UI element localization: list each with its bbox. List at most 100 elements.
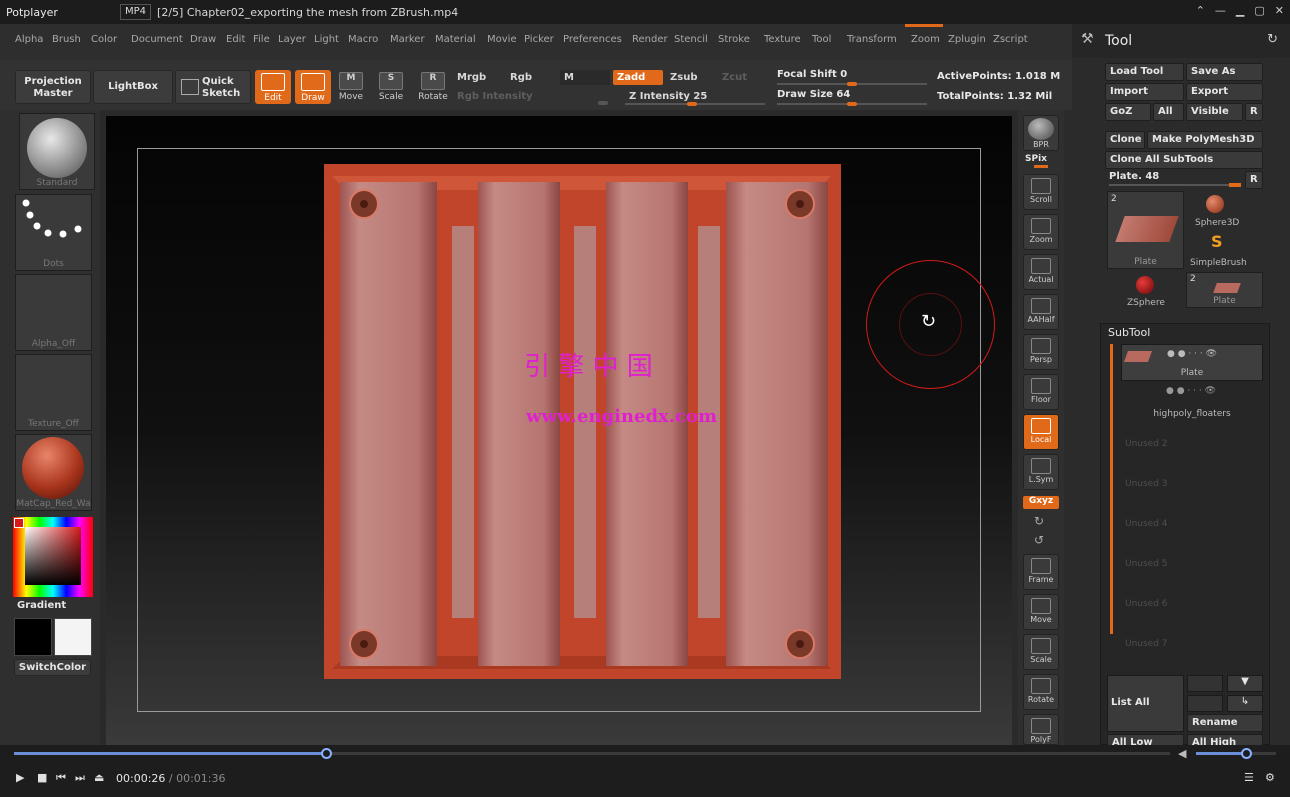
menu-draw[interactable]: Draw <box>190 34 216 45</box>
menu-picker[interactable]: Picker <box>524 34 554 45</box>
actual-button[interactable]: Actual <box>1023 254 1059 290</box>
goz-visible-button[interactable]: Visible <box>1186 103 1243 121</box>
menu-transform[interactable]: Transform <box>847 34 897 45</box>
material-picker[interactable]: MatCap_Red_Wa <box>15 434 92 511</box>
subtool-toggles[interactable]: ● ● · · · 👁 <box>1166 386 1216 396</box>
menu-file[interactable]: File <box>253 34 270 45</box>
zadd-toggle[interactable]: Zadd <box>613 70 663 85</box>
zoom-button[interactable]: Zoom <box>1023 214 1059 250</box>
compact-icon[interactable]: — <box>1215 4 1226 17</box>
menu-stencil[interactable]: Stencil <box>674 34 708 45</box>
stroke-picker[interactable]: Dots <box>15 194 92 271</box>
load-tool-button[interactable]: Load Tool <box>1105 63 1184 81</box>
goz-button[interactable]: GoZ <box>1105 103 1151 121</box>
minimize-icon[interactable]: ▁ <box>1236 4 1244 17</box>
volume-knob[interactable] <box>1240 748 1252 759</box>
plate-slider-knob[interactable] <box>1229 183 1241 187</box>
rotate-y-icon[interactable]: ↻ <box>1034 514 1044 528</box>
menu-material[interactable]: Material <box>435 34 476 45</box>
rgb-intensity-knob[interactable] <box>598 101 608 105</box>
simplebrush-label[interactable]: SimpleBrush <box>1190 258 1247 268</box>
rgb-toggle[interactable]: Rgb <box>506 70 536 85</box>
tool-panel-header[interactable]: ⚒ Tool ↻ <box>1072 24 1290 58</box>
menu-stroke[interactable]: Stroke <box>718 34 750 45</box>
seek-knob[interactable] <box>321 748 333 759</box>
playlist-icon[interactable]: ☰ <box>1244 771 1254 784</box>
stop-icon[interactable]: ■ <box>37 771 47 784</box>
menu-movie[interactable]: Movie <box>487 34 517 45</box>
gradient-label[interactable]: Gradient <box>17 600 66 611</box>
secondary-color-swatch[interactable] <box>14 618 52 656</box>
brush-picker[interactable]: Standard <box>19 113 95 190</box>
zsub-toggle[interactable]: Zsub <box>666 70 701 85</box>
plate-slider-track[interactable] <box>1109 184 1239 186</box>
aahalf-button[interactable]: AAHalf <box>1023 294 1059 330</box>
menu-tool[interactable]: Tool <box>812 34 831 45</box>
make-polymesh-button[interactable]: Make PolyMesh3D <box>1147 131 1263 149</box>
move-button[interactable]: M Move <box>335 72 367 106</box>
menu-zscript[interactable]: Zscript <box>993 34 1028 45</box>
mrgb-toggle[interactable]: Mrgb <box>453 70 490 85</box>
sphere3d-icon[interactable] <box>1206 195 1224 213</box>
player-menu-button[interactable]: Potplayer <box>0 6 112 19</box>
subtool-toggles[interactable]: ● ● · · · 👁 <box>1167 349 1217 359</box>
settings-gear-icon[interactable]: ⚙ <box>1265 771 1275 784</box>
menu-document[interactable]: Document <box>131 34 183 45</box>
z-intensity-knob[interactable] <box>687 102 697 106</box>
zsphere-icon[interactable] <box>1136 276 1154 294</box>
draw-size-slider[interactable]: Draw Size 64 <box>777 89 850 100</box>
unused-slot[interactable]: Unused 4 <box>1125 519 1168 529</box>
ontop-icon[interactable]: ⌃ <box>1196 4 1205 17</box>
simplebrush-icon[interactable]: S <box>1211 232 1223 251</box>
lsym-button[interactable]: L.Sym <box>1023 454 1059 490</box>
tool-thumb-plate[interactable]: 2 Plate <box>1107 191 1184 269</box>
menu-marker[interactable]: Marker <box>390 34 425 45</box>
subtool-scrollbar[interactable] <box>1110 344 1113 634</box>
projection-master-button[interactable]: Projection Master <box>15 70 91 104</box>
subtool-item[interactable]: ● ● · · · 👁 highpoly_floaters <box>1121 384 1263 421</box>
next-icon[interactable]: ⏭ <box>75 771 85 785</box>
spix-slider[interactable]: SPix <box>1025 154 1047 164</box>
subtool-title[interactable]: SubTool <box>1108 326 1150 339</box>
export-button[interactable]: Export <box>1186 83 1263 101</box>
polyf-button[interactable]: PolyF <box>1023 714 1059 745</box>
local-button[interactable]: Local <box>1023 414 1059 450</box>
persp-button[interactable]: Persp <box>1023 334 1059 370</box>
rgb-intensity-slider[interactable]: Rgb Intensity <box>453 89 537 104</box>
zcut-toggle[interactable]: Zcut <box>718 70 751 85</box>
clone-all-subtools-button[interactable]: Clone All SubTools <box>1105 151 1263 169</box>
move-view-button[interactable]: Move <box>1023 594 1059 630</box>
unused-slot[interactable]: Unused 3 <box>1125 479 1168 489</box>
scale-button[interactable]: S Scale <box>375 72 407 106</box>
draw-button[interactable]: Draw <box>295 70 331 104</box>
m-toggle[interactable]: M <box>560 70 610 85</box>
sphere3d-label[interactable]: Sphere3D <box>1195 218 1239 228</box>
tool-thumb-plate-small[interactable]: 2 Plate <box>1186 272 1263 308</box>
focal-shift-slider[interactable]: Focal Shift 0 <box>777 69 847 80</box>
menu-alpha[interactable]: Alpha <box>15 34 43 45</box>
floor-button[interactable]: Floor <box>1023 374 1059 410</box>
menu-macro[interactable]: Macro <box>348 34 378 45</box>
rename-button[interactable]: Rename <box>1187 714 1263 732</box>
rotate-button[interactable]: R Rotate <box>417 72 449 106</box>
scale-view-button[interactable]: Scale <box>1023 634 1059 670</box>
color-picker[interactable] <box>13 517 93 597</box>
edit-button[interactable]: Edit <box>255 70 291 104</box>
menu-zoom[interactable]: Zoom <box>911 34 940 45</box>
unused-slot[interactable]: Unused 5 <box>1125 559 1168 569</box>
arrow-down-icon[interactable]: ▼ <box>1227 675 1263 692</box>
main-color-swatch[interactable] <box>54 618 92 656</box>
spix-knob[interactable] <box>1034 165 1048 168</box>
plate-slider[interactable]: Plate. 48 <box>1109 171 1159 182</box>
import-button[interactable]: Import <box>1105 83 1184 101</box>
save-as-button[interactable]: Save As <box>1186 63 1263 81</box>
menu-edit[interactable]: Edit <box>226 34 245 45</box>
menu-zplugin[interactable]: Zplugin <box>948 34 986 45</box>
draw-size-knob[interactable] <box>847 102 857 106</box>
bpr-button[interactable]: BPR <box>1023 115 1059 151</box>
menu-brush[interactable]: Brush <box>52 34 81 45</box>
move-down-icon[interactable]: ↳ <box>1227 695 1263 712</box>
arrow-up-button[interactable] <box>1187 675 1223 692</box>
list-all-button[interactable]: List All <box>1107 675 1184 732</box>
goz-all-button[interactable]: All <box>1153 103 1184 121</box>
